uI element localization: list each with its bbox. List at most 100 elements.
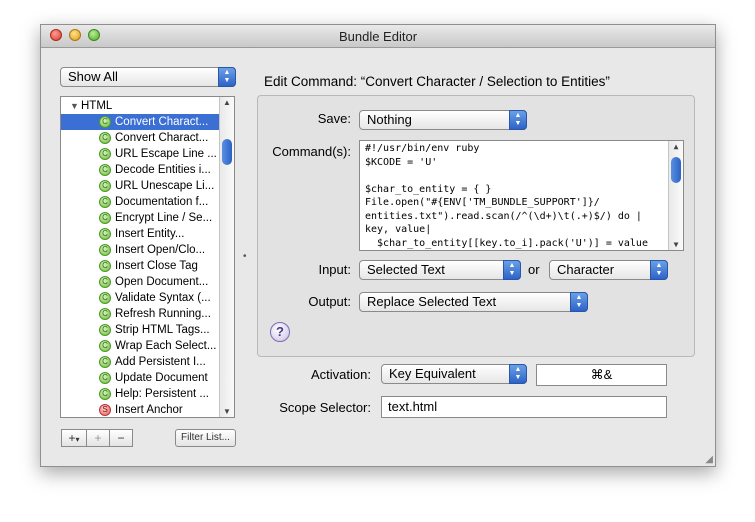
list-item-label: Update Document	[115, 372, 208, 384]
resize-grip-icon[interactable]: ◢	[705, 454, 713, 465]
add-item-button[interactable]: +	[86, 429, 110, 447]
activation-popup[interactable]: Key Equivalent ▲ ▼	[381, 364, 527, 384]
command-icon: C	[99, 212, 111, 224]
command-icon: C	[99, 324, 111, 336]
list-item[interactable]: C Add Persistent I...	[61, 354, 221, 370]
list-item-label: Convert Charact...	[115, 116, 209, 128]
key-equivalent-value: ⌘&	[590, 367, 613, 382]
disclosure-triangle-icon[interactable]: ▼	[70, 98, 79, 114]
list-item-label: Documentation f...	[115, 196, 209, 208]
show-filter-value: Show All	[68, 69, 118, 84]
command-icon: C	[99, 228, 111, 240]
scope-selector-field[interactable]: text.html	[381, 396, 667, 418]
command-icon: C	[99, 292, 111, 304]
list-item[interactable]: C Strip HTML Tags...	[61, 322, 221, 338]
list-item[interactable]: C Decode Entities i...	[61, 162, 221, 178]
bundle-item-list[interactable]: ▼ HTML C Convert Charact... C Convert Chara…	[60, 96, 235, 418]
window-title: Bundle Editor	[338, 29, 418, 44]
list-item-label: Insert Entity...	[115, 228, 185, 240]
list-item[interactable]: C Help: Persistent ...	[61, 386, 221, 402]
popup-arrows-icon: ▲ ▼	[503, 260, 521, 280]
list-item[interactable]: C Encrypt Line / Se...	[61, 210, 221, 226]
command-icon: C	[99, 260, 111, 272]
remove-item-button[interactable]: −	[109, 429, 133, 447]
popup-arrows-icon: ▲ ▼	[509, 110, 527, 130]
command-icon: C	[99, 308, 111, 320]
command-icon: C	[99, 340, 111, 352]
list-item[interactable]: C Convert Charact...	[61, 130, 221, 146]
command-icon: C	[99, 196, 111, 208]
command-icon: C	[99, 116, 111, 128]
list-scroll-thumb[interactable]	[222, 139, 232, 165]
command-icon: C	[99, 132, 111, 144]
command-icon: C	[99, 244, 111, 256]
splitter-handle[interactable]: •	[243, 251, 247, 262]
list-scrollbar[interactable]: ▲ ▼	[219, 97, 234, 417]
list-item[interactable]: C Insert Open/Clo...	[61, 242, 221, 258]
command-scrollbar[interactable]: ▲ ▼	[668, 141, 683, 250]
help-button[interactable]: ?	[270, 322, 290, 342]
code-line: key, value|	[365, 224, 432, 235]
scroll-down-icon[interactable]: ▼	[220, 407, 234, 416]
help-icon: ?	[276, 324, 284, 339]
list-item[interactable]: C Open Document...	[61, 274, 221, 290]
popup-arrows-icon: ▲ ▼	[570, 292, 588, 312]
show-filter-popup[interactable]: Show All ▲ ▼	[60, 67, 236, 87]
list-item[interactable]: C URL Unescape Li...	[61, 178, 221, 194]
or-label: or	[528, 262, 540, 277]
list-item[interactable]: C Wrap Each Select...	[61, 338, 221, 354]
command-icon: C	[99, 180, 111, 192]
activation-value: Key Equivalent	[389, 366, 476, 381]
list-item[interactable]: C Insert Entity...	[61, 226, 221, 242]
popup-arrows-icon: ▲ ▼	[218, 67, 236, 87]
filter-list-label: Filter List...	[181, 432, 230, 443]
list-item[interactable]: C Validate Syntax (...	[61, 290, 221, 306]
input-fallback-popup[interactable]: Character ▲ ▼	[549, 260, 668, 280]
add-item-icon: +	[94, 431, 102, 445]
group-row-html[interactable]: ▼ HTML	[61, 98, 221, 114]
input-label: Input:	[318, 262, 351, 277]
scroll-up-icon[interactable]: ▲	[220, 98, 234, 107]
save-value: Nothing	[367, 112, 412, 127]
input-fallback-value: Character	[557, 262, 615, 277]
list-item[interactable]: C URL Escape Line ...	[61, 146, 221, 162]
output-popup[interactable]: Replace Selected Text ▲ ▼	[359, 292, 588, 312]
input-popup[interactable]: Selected Text ▲ ▼	[359, 260, 521, 280]
key-equivalent-field[interactable]: ⌘&	[536, 364, 667, 386]
code-line: $KCODE = 'U'	[365, 156, 438, 168]
list-item[interactable]: C Documentation f...	[61, 194, 221, 210]
command-icon: C	[99, 356, 111, 368]
list-item[interactable]: C Convert Charact...	[61, 114, 221, 130]
snippet-icon: S	[99, 404, 111, 416]
list-item[interactable]: C Refresh Running...	[61, 306, 221, 322]
popup-arrows-icon: ▲ ▼	[509, 364, 527, 384]
command-icon: C	[99, 164, 111, 176]
scroll-up-icon[interactable]: ▲	[669, 142, 683, 151]
list-item[interactable]: C Update Document	[61, 370, 221, 386]
list-item-label: URL Unescape Li...	[115, 180, 215, 192]
code-line: entities.txt").read.scan(/^(\d+)\t(.+)$/…	[365, 210, 642, 222]
title-bar[interactable]: Bundle Editor	[41, 25, 715, 48]
save-popup[interactable]: Nothing ▲ ▼	[359, 110, 527, 130]
list-item[interactable]: S Insert Anchor	[61, 402, 221, 417]
scroll-down-icon[interactable]: ▼	[669, 240, 683, 249]
scope-selector-value: text.html	[388, 399, 438, 414]
list-item[interactable]: C Insert Close Tag	[61, 258, 221, 274]
list-item-label: Insert Close Tag	[115, 260, 198, 272]
command-label: Command(s):	[272, 144, 351, 159]
edit-command-heading: Edit Command: “Convert Character / Selec…	[264, 74, 610, 89]
code-line: $char_to_entity[[key.to_i].pack('U')] = …	[365, 237, 648, 249]
code-line: $char_to_entity = { }	[365, 183, 492, 195]
list-item-label: Strip HTML Tags...	[115, 324, 210, 336]
list-item-label: Wrap Each Select...	[115, 340, 217, 352]
list-item-label: Insert Anchor	[115, 404, 183, 416]
bundle-editor-window: Bundle Editor Show All ▲ ▼ ▼ HTML C Conver…	[40, 24, 716, 467]
add-menu-button[interactable]: +▾	[61, 429, 87, 447]
list-item-label: Decode Entities i...	[115, 164, 211, 176]
input-value: Selected Text	[367, 262, 445, 277]
command-scroll-thumb[interactable]	[671, 157, 681, 183]
filter-list-button[interactable]: Filter List...	[175, 429, 236, 447]
command-text-area[interactable]: #!/usr/bin/env ruby $KCODE = 'U' $char_to_…	[359, 140, 684, 251]
activation-label: Activation:	[311, 367, 371, 382]
list-item-label: Help: Persistent ...	[115, 388, 209, 400]
